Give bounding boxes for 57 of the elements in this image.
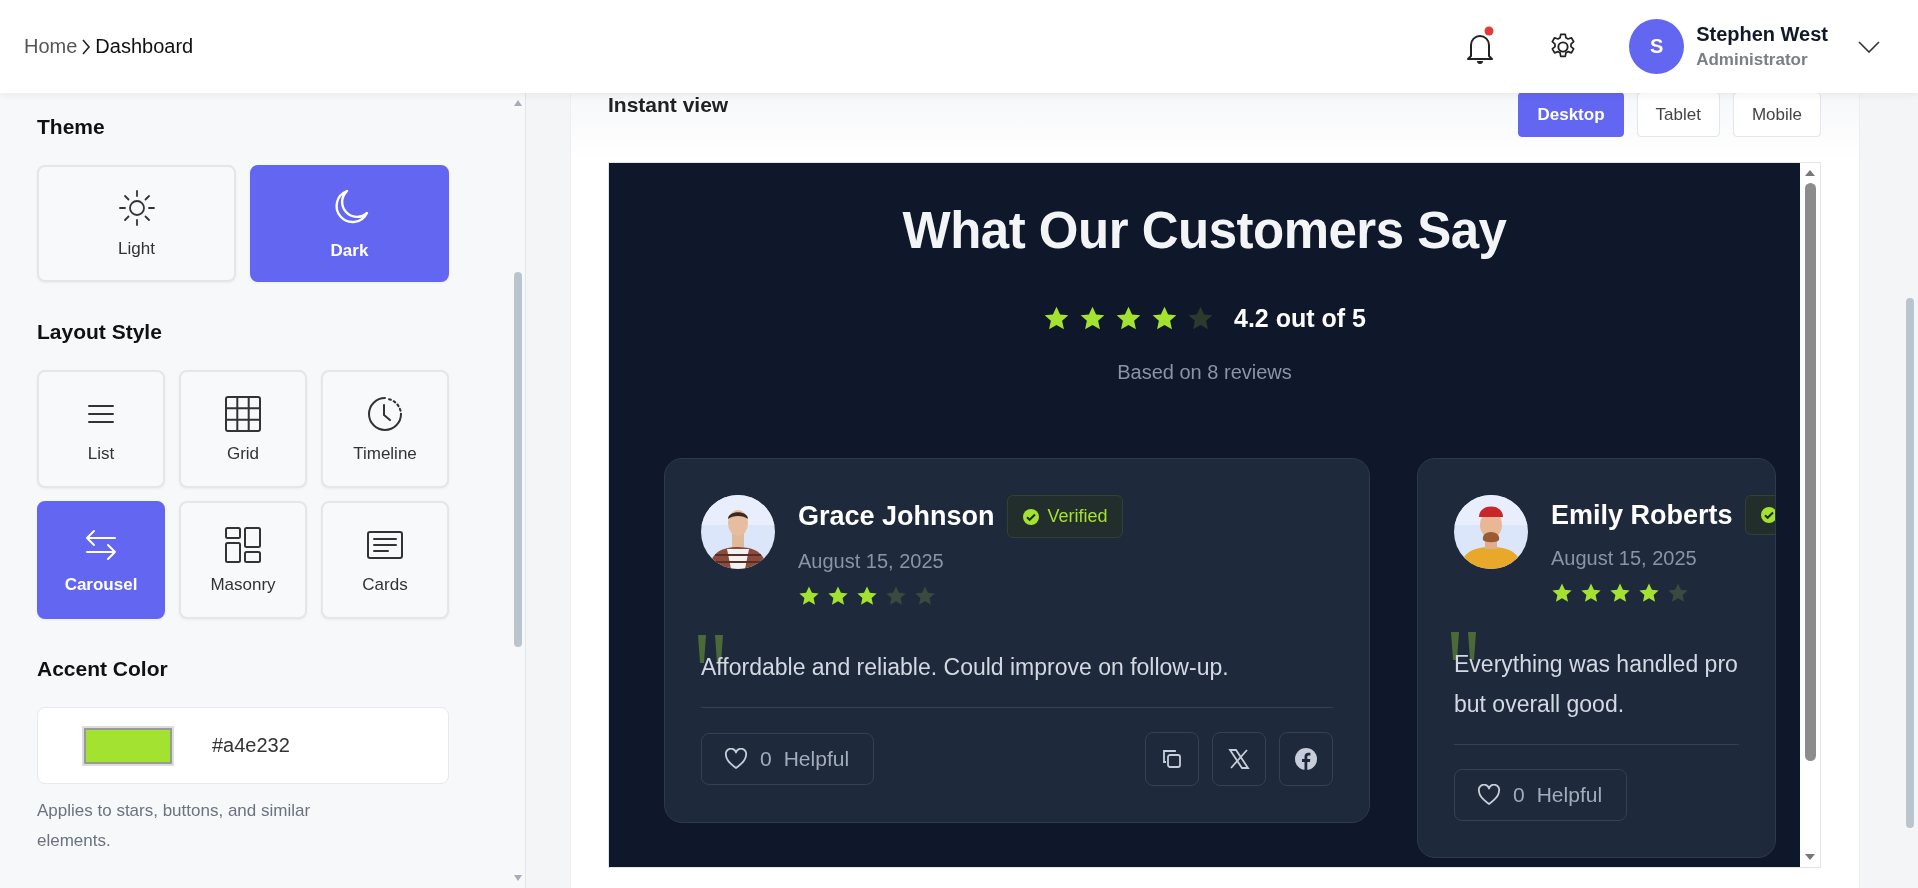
device-tab[interactable]: Desktop xyxy=(1518,92,1624,137)
scroll-up-icon[interactable] xyxy=(513,99,523,107)
share-button[interactable] xyxy=(1212,732,1266,786)
panel-title: Instant view xyxy=(608,93,729,117)
layout-option[interactable]: Carousel xyxy=(37,501,165,619)
scroll-down-icon[interactable] xyxy=(513,874,523,882)
color-swatch[interactable] xyxy=(84,727,172,764)
review-text: Affordable and reliable. Could improve on follow-up. xyxy=(701,653,1229,682)
helpful-button[interactable]: 0 Helpful xyxy=(1454,769,1628,821)
layout-option[interactable]: Masonry xyxy=(179,501,307,619)
layout-option[interactable]: List xyxy=(37,370,165,488)
layout-option[interactable]: Timeline xyxy=(321,370,449,488)
helpful-button[interactable]: 0 Helpful xyxy=(701,733,875,785)
tiles-icon xyxy=(223,525,263,565)
x-logo-icon xyxy=(1228,748,1250,770)
share-button[interactable] xyxy=(1145,732,1199,786)
share-button[interactable] xyxy=(1279,732,1333,786)
user-name: Stephen West xyxy=(1696,23,1828,46)
review-date: August 15, 2025 xyxy=(798,550,945,573)
color-field[interactable]: #a4e232 xyxy=(37,707,449,784)
rating-text: 4.2 out of 5 xyxy=(1234,304,1366,333)
chevron-right-icon xyxy=(81,37,92,56)
review-count: Based on 8 reviews xyxy=(1116,361,1293,384)
grid-icon xyxy=(223,394,263,434)
layout-option[interactable]: Cards xyxy=(321,501,449,619)
breadcrumb-current: Dashboard xyxy=(95,35,194,58)
user-avatar[interactable]: S xyxy=(1629,19,1685,74)
scrollbar-thumb[interactable] xyxy=(1804,183,1816,761)
facebook-logo-icon xyxy=(1294,747,1318,771)
theme-option[interactable]: Dark xyxy=(250,165,449,282)
review-date: August 15, 2025 xyxy=(1551,547,1698,570)
heart-icon xyxy=(724,748,748,770)
check-circle-icon xyxy=(1021,507,1040,526)
scroll-up-icon[interactable] xyxy=(1804,169,1816,177)
sun-icon xyxy=(117,188,156,227)
chevron-down-icon[interactable] xyxy=(1858,40,1880,53)
review-text: Everything was handled pro but overall good. xyxy=(1454,650,1738,719)
theme-option[interactable]: Light xyxy=(37,165,236,282)
verified-badge: Verified xyxy=(1006,495,1123,538)
help-text: Applies to stars, buttons, and similar elements. xyxy=(37,800,312,852)
copy-icon xyxy=(1160,747,1184,771)
device-tab[interactable]: Mobile xyxy=(1732,92,1821,137)
scrollbar-thumb[interactable] xyxy=(514,272,522,647)
device-tab[interactable]: Tablet xyxy=(1636,92,1720,137)
section-title: What Our Customers Say xyxy=(901,201,1508,260)
scrollbar-thumb[interactable] xyxy=(1906,298,1914,828)
reviewer-name: Grace Johnson xyxy=(798,501,995,532)
layout-option[interactable]: Grid xyxy=(179,370,307,488)
section-heading: Layout Style xyxy=(37,320,163,344)
clock-icon xyxy=(365,394,405,434)
section-heading: Theme xyxy=(37,115,106,139)
heart-icon xyxy=(1477,784,1501,806)
reviewer-name: Emily Roberts xyxy=(1551,499,1733,531)
scroll-down-icon[interactable] xyxy=(1804,853,1816,861)
user-role: Administrator xyxy=(1696,50,1809,70)
breadcrumb-link[interactable]: Home xyxy=(24,35,78,58)
section-heading: Accent Color xyxy=(37,657,169,681)
